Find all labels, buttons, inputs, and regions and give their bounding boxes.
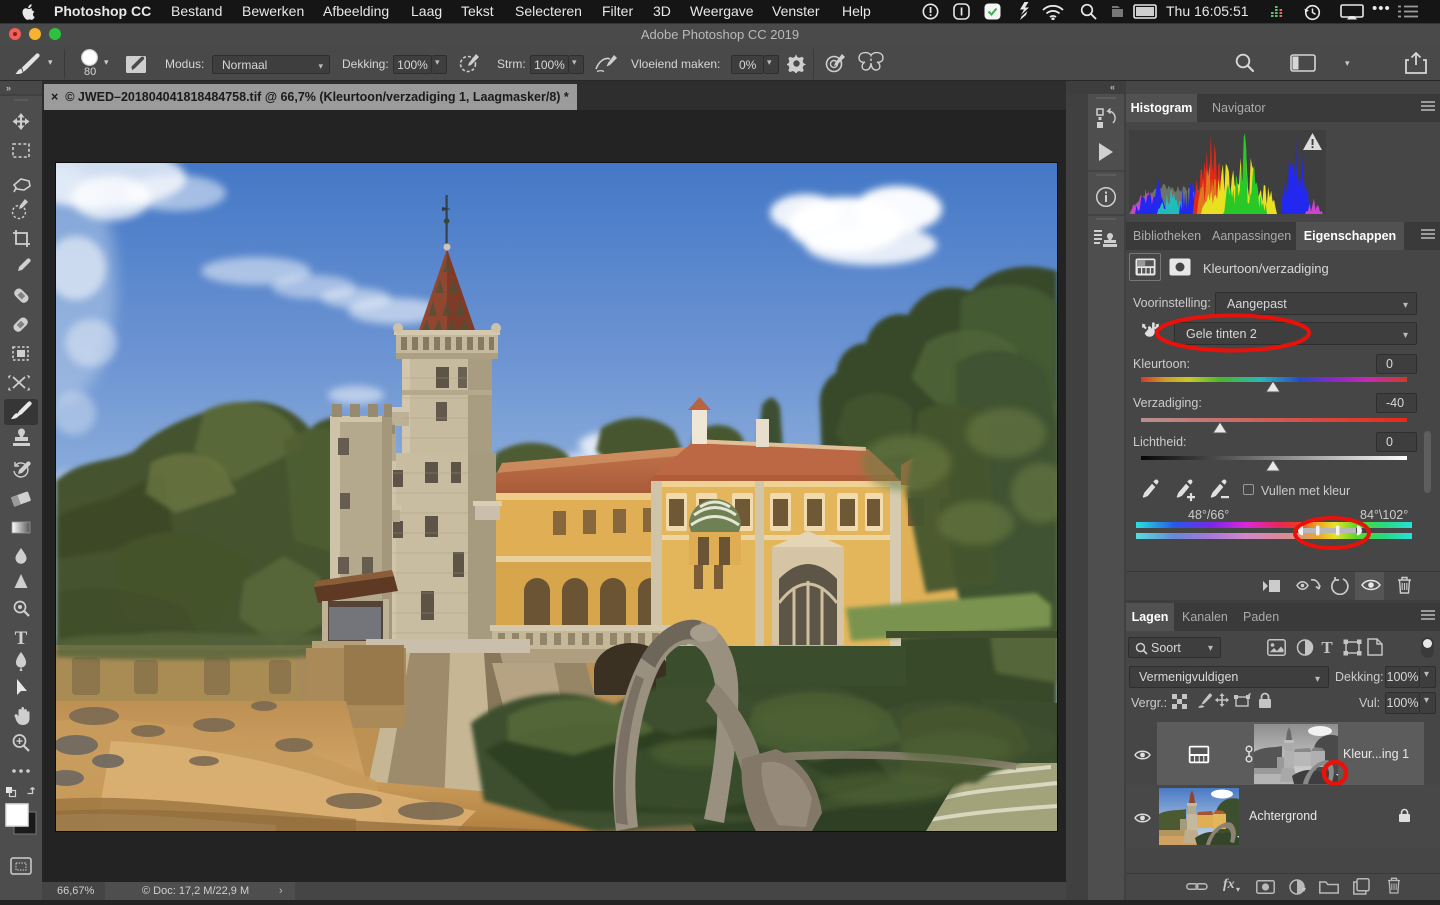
svg-text:»: » xyxy=(6,83,11,93)
svg-text:T: T xyxy=(15,628,28,649)
svg-text:T: T xyxy=(1321,638,1333,656)
